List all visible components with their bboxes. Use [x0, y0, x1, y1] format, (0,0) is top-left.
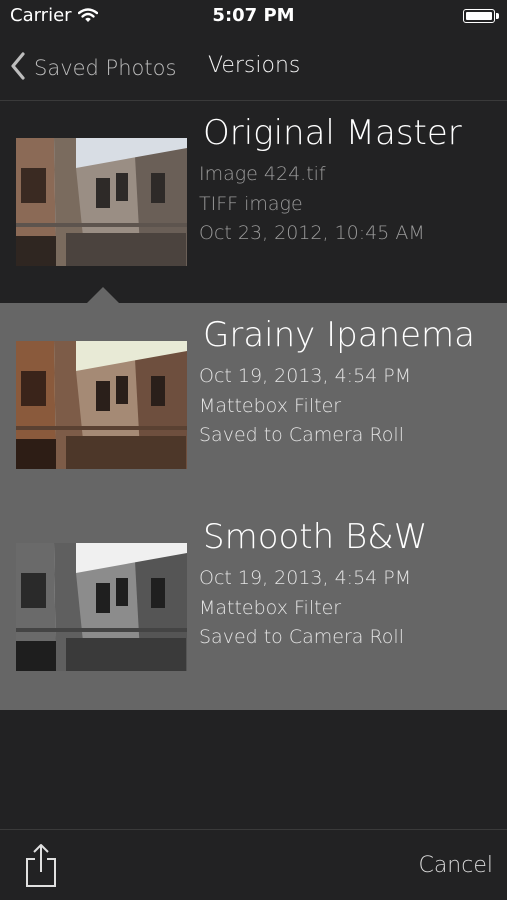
- status-time: 5:07 PM: [212, 5, 295, 26]
- version-detail-line: Oct 19, 2013, 4:54 PM: [199, 365, 412, 387]
- version-title: Grainy Ipanema: [203, 315, 475, 355]
- version-detail-line: Image 424.tif: [199, 163, 326, 185]
- cancel-button[interactable]: Cancel: [418, 853, 493, 878]
- selected-versions-panel: Grainy Ipanema Oct 19, 2013, 4:54 PM Mat…: [0, 303, 507, 710]
- version-title: Original Master: [203, 113, 462, 153]
- navigation-bar: Saved Photos Versions: [0, 34, 507, 100]
- back-label: Saved Photos: [34, 56, 177, 80]
- version-detail-line: TIFF image: [199, 193, 303, 215]
- share-button[interactable]: [24, 842, 58, 888]
- chevron-left-icon: [10, 52, 26, 84]
- share-icon: [24, 844, 58, 892]
- version-detail-line: Mattebox Filter: [199, 395, 342, 417]
- version-thumbnail: [16, 543, 187, 671]
- version-detail-line: Mattebox Filter: [199, 597, 342, 619]
- version-detail-line: Oct 19, 2013, 4:54 PM: [199, 567, 412, 589]
- version-title: Smooth B&W: [203, 517, 428, 557]
- version-thumbnail: [16, 341, 187, 469]
- page-title: Versions: [208, 53, 301, 78]
- version-detail-line: Saved to Camera Roll: [199, 626, 404, 648]
- battery-icon: [463, 9, 499, 23]
- version-row-original-master[interactable]: Original Master Image 424.tif TIFF image…: [0, 101, 507, 303]
- back-button[interactable]: Saved Photos: [10, 48, 176, 88]
- selection-pointer: [86, 287, 120, 304]
- version-detail-line: Saved to Camera Roll: [199, 424, 404, 446]
- version-row-smooth-bw[interactable]: Smooth B&W Oct 19, 2013, 4:54 PM Mattebo…: [0, 505, 507, 707]
- version-detail-line: Oct 23, 2012, 10:45 AM: [199, 222, 425, 244]
- bottom-toolbar: Cancel: [0, 830, 507, 900]
- version-row-grainy-ipanema[interactable]: Grainy Ipanema Oct 19, 2013, 4:54 PM Mat…: [0, 303, 507, 505]
- status-bar: Carrier 5:07 PM: [0, 0, 507, 34]
- version-thumbnail: [16, 138, 187, 266]
